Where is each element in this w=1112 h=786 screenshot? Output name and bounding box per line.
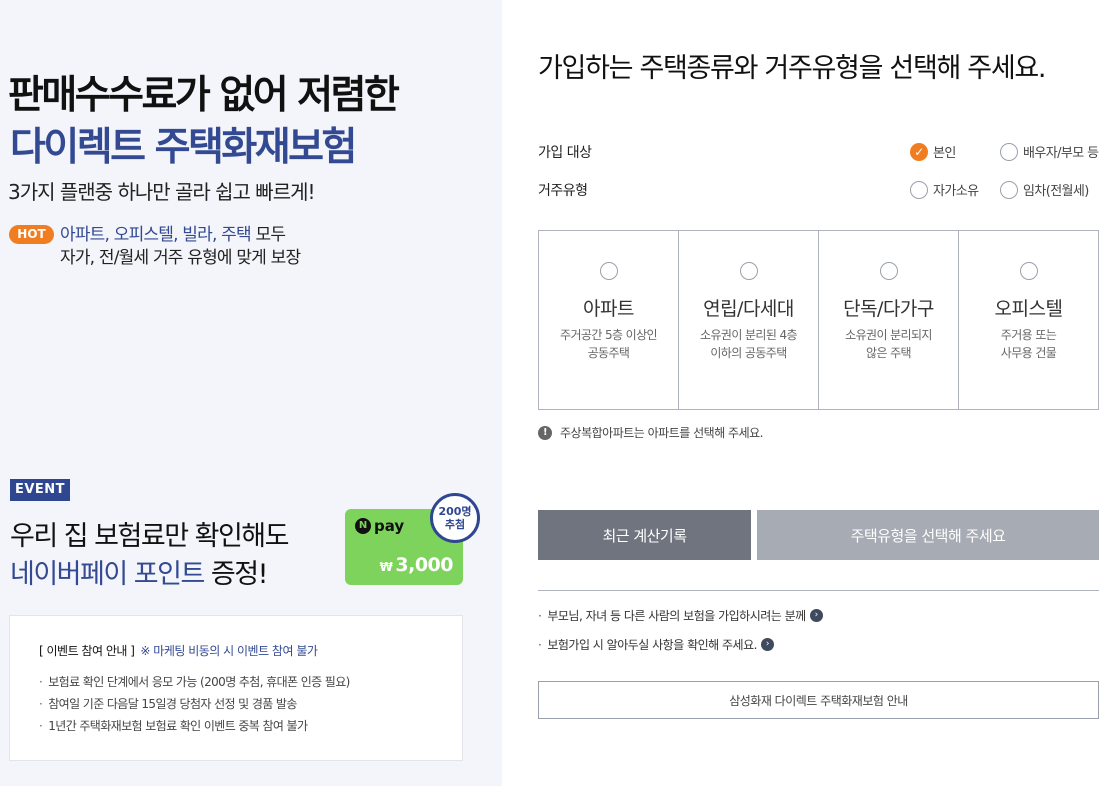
radio-residence-own-label: 자가소유 xyxy=(933,184,979,199)
event-title-line2: 네이버페이 포인트 증정! xyxy=(10,552,269,591)
winners-stamp: 200명 추첨 xyxy=(430,493,480,543)
radio-residence-own[interactable]: 자가소유 xyxy=(910,180,979,199)
won-symbol: ₩ xyxy=(379,560,393,574)
radio-target-family-label: 배우자/부모 등 xyxy=(1023,146,1099,161)
divider xyxy=(538,590,1099,591)
event-badge: EVENT xyxy=(10,479,70,501)
link-notice[interactable]: · 보험가입 시 알아두실 사항을 확인해 주세요. › xyxy=(538,636,774,653)
event-title-line1: 우리 집 보험료만 확인해도 xyxy=(10,521,290,552)
radio-target-self-label: 본인 xyxy=(933,146,956,161)
notice-header: [ 이벤트 참여 안내 ] ※ 마케팅 비동의 시 이벤트 참여 불가 xyxy=(39,642,462,659)
link-other-insured-text: 부모님, 자녀 등 다른 사람의 보험을 가입하시려는 분께 xyxy=(547,609,806,623)
hot-description: 아파트, 오피스텔, 빌라, 주택 모두 자가, 전/월세 거주 유형에 맞게 … xyxy=(60,224,301,270)
house-type-detached[interactable]: 단독/다가구 소유권이 분리되지 않은 주택 xyxy=(819,231,959,409)
event-notice-box: [ 이벤트 참여 안내 ] ※ 마케팅 비동의 시 이벤트 참여 불가 보험료 확… xyxy=(9,615,463,761)
house-type-desc: 주거용 또는 사무용 건물 xyxy=(1000,328,1057,360)
notice-item: 보험료 확인 단계에서 응모 가능 (200명 추첨, 휴대폰 인증 필요) xyxy=(39,671,462,693)
link-other-insured[interactable]: · 부모님, 자녀 등 다른 사람의 보험을 가입하시려는 분께 › xyxy=(538,607,823,624)
radio-circle-icon xyxy=(1000,180,1018,199)
residence-label: 거주유형 xyxy=(538,183,588,199)
select-house-type-button[interactable]: 주택유형을 선택해 주세요 xyxy=(757,510,1099,560)
radio-circle-icon xyxy=(739,262,758,280)
radio-target-self[interactable]: ✓ 본인 xyxy=(910,142,956,161)
hot-suffix: 모두 xyxy=(250,225,286,245)
house-type-title: 단독/다가구 xyxy=(843,298,934,320)
check-icon: ✓ xyxy=(910,142,928,161)
target-label: 가입 대상 xyxy=(538,145,592,161)
house-type-officetel[interactable]: 오피스텔 주거용 또는 사무용 건물 xyxy=(959,231,1098,409)
info-note-text: 주상복합아파트는 아파트를 선택해 주세요. xyxy=(560,426,763,440)
event-highlight: 네이버페이 포인트 xyxy=(10,559,205,590)
npay-word: pay xyxy=(374,517,405,535)
house-type-title: 아파트 xyxy=(583,298,634,320)
product-guide-button[interactable]: 삼성화재 다이렉트 주택화재보험 안내 xyxy=(538,681,1099,719)
form-title: 가입하는 주택종류와 거주유형을 선택해 주세요. xyxy=(538,53,1047,84)
stamp-label: 추첨 xyxy=(444,518,466,531)
npay-n-icon: N xyxy=(355,518,371,534)
house-type-grid: 아파트 주거공간 5층 이상인 공동주택 연립/다세대 소유권이 분리된 4층 이하… xyxy=(538,230,1099,410)
chevron-right-icon: › xyxy=(760,638,774,651)
hot-line2: 자가, 전/월세 거주 유형에 맞게 보장 xyxy=(60,248,301,268)
info-note: ! 주상복합아파트는 아파트를 선택해 주세요. xyxy=(538,424,763,441)
house-type-apartment[interactable]: 아파트 주거공간 5층 이상인 공동주택 xyxy=(539,231,679,409)
exclamation-icon: ! xyxy=(538,425,552,440)
house-type-villa[interactable]: 연립/다세대 소유권이 분리된 4층 이하의 공동주택 xyxy=(679,231,819,409)
bullet: · xyxy=(538,608,542,623)
house-type-title: 오피스텔 xyxy=(994,298,1063,320)
house-type-desc: 소유권이 분리된 4층 이하의 공동주택 xyxy=(700,328,798,360)
radio-circle-icon xyxy=(599,262,618,280)
npay-amount-value: 3,000 xyxy=(395,554,453,576)
npay-amount: ₩3,000 xyxy=(379,554,454,576)
notice-item: 1년간 주택화재보험 보험료 확인 이벤트 중복 참여 불가 xyxy=(39,715,462,737)
link-notice-text: 보험가입 시 알아두실 사항을 확인해 주세요. xyxy=(547,638,757,652)
stamp-count: 200명 xyxy=(438,505,472,518)
npay-logo: N pay xyxy=(355,517,404,535)
house-type-desc: 주거공간 5층 이상인 공동주택 xyxy=(560,328,658,360)
bullet: · xyxy=(538,637,542,652)
chevron-right-icon: › xyxy=(809,609,823,622)
radio-target-family[interactable]: 배우자/부모 등 xyxy=(1000,142,1099,161)
notice-item: 참여일 기준 다음달 15일경 당첨자 선정 및 경품 발송 xyxy=(39,693,462,715)
recent-calc-button[interactable]: 최근 계산기록 xyxy=(538,510,751,560)
radio-circle-icon xyxy=(1000,142,1018,161)
notice-list: 보험료 확인 단계에서 응모 가능 (200명 추첨, 휴대폰 인증 필요) 참… xyxy=(39,671,462,737)
radio-circle-icon xyxy=(879,262,898,280)
radio-residence-rent-label: 임차(전월세) xyxy=(1023,184,1089,199)
hero-subtitle: 3가지 플랜중 하나만 골라 쉽고 빠르게! xyxy=(8,180,316,204)
event-title-suffix: 증정! xyxy=(203,559,269,590)
radio-circle-icon xyxy=(1019,262,1038,280)
promo-panel: 판매수수료가 없어 저렴한 다이렉트 주택화재보험 3가지 플랜중 하나만 골라… xyxy=(0,0,502,786)
radio-residence-rent[interactable]: 임차(전월세) xyxy=(1000,180,1089,199)
radio-circle-icon xyxy=(910,180,928,199)
house-type-desc: 소유권이 분리되지 않은 주택 xyxy=(845,328,932,360)
notice-title: [ 이벤트 참여 안내 ] xyxy=(39,644,135,658)
notice-marketing: ※ 마케팅 비동의 시 이벤트 참여 불가 xyxy=(140,644,318,658)
hot-types: 아파트, 오피스텔, 빌라, 주택 xyxy=(60,225,252,245)
house-type-title: 연립/다세대 xyxy=(703,298,794,320)
hero-title-line2: 다이렉트 주택화재보험 xyxy=(10,125,357,170)
hot-badge: HOT xyxy=(9,225,54,244)
hero-title-line1: 판매수수료가 없어 저렴한 xyxy=(8,73,400,118)
